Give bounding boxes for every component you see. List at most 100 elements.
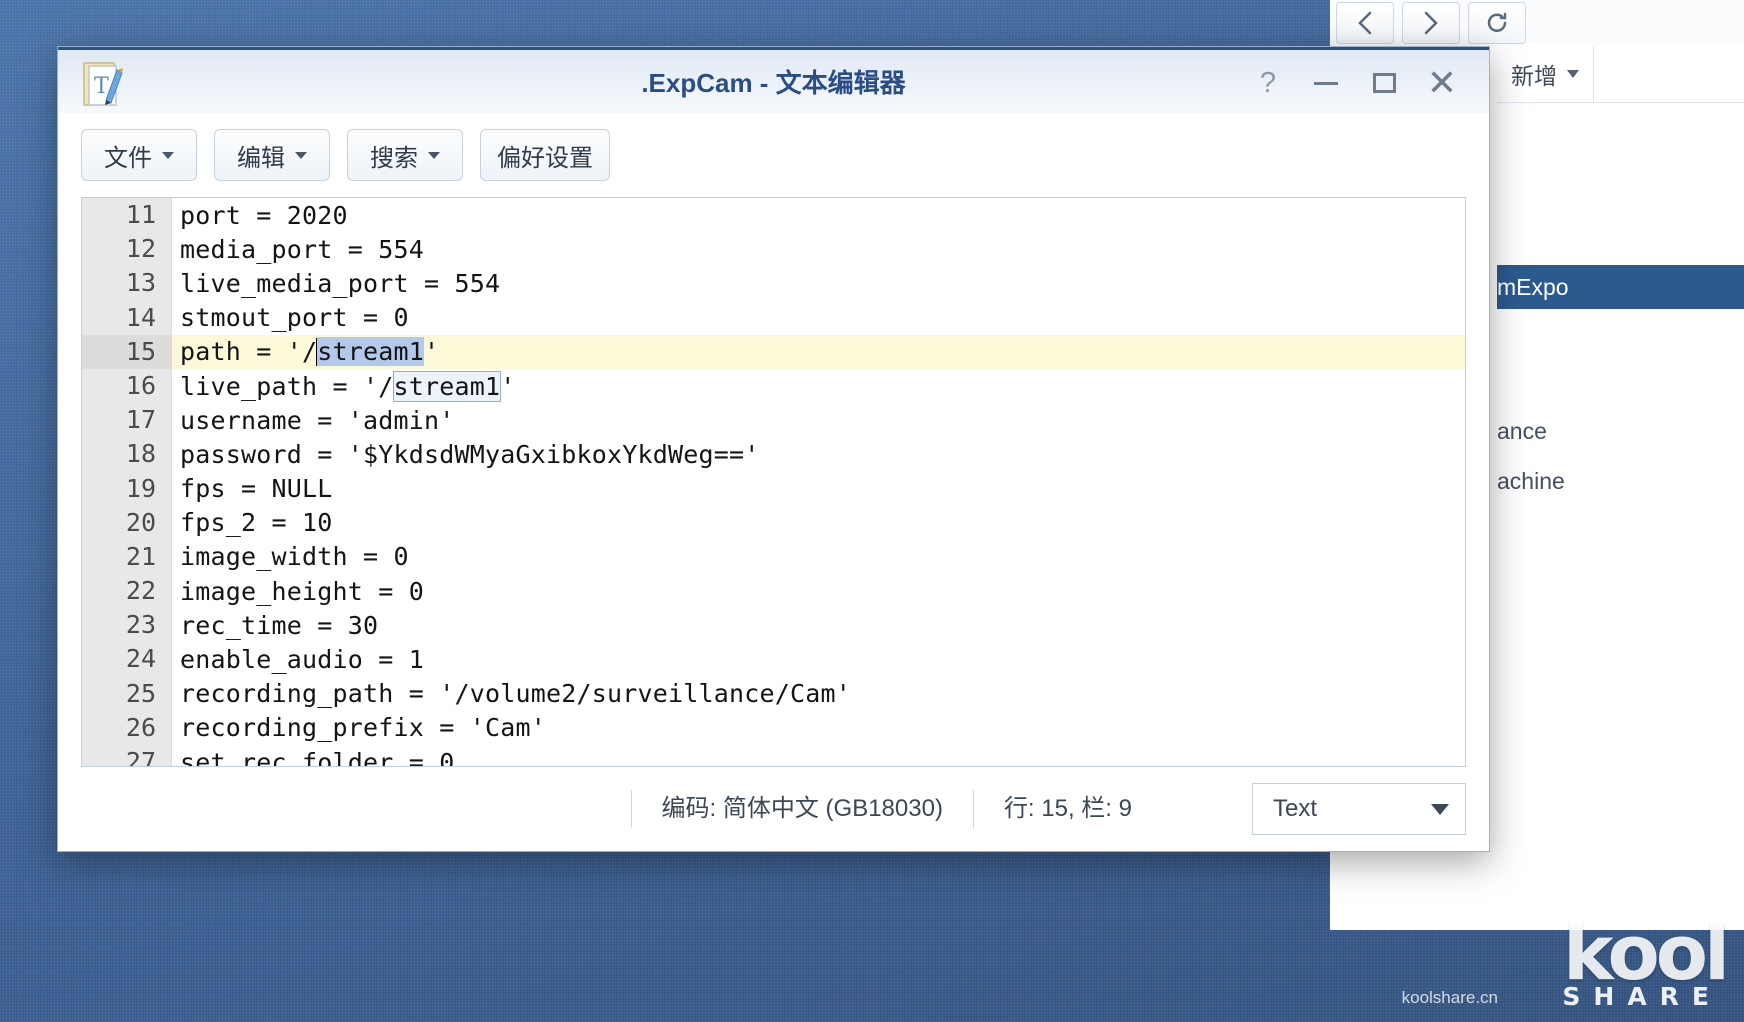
line-text[interactable]: stmout_port = 0 — [172, 303, 409, 332]
window-controls: ? ✕ — [1239, 50, 1471, 116]
code-line[interactable]: 14 stmout_port = 0 — [82, 301, 1465, 335]
line-text[interactable]: fps = NULL — [172, 474, 333, 503]
selected-text: stream1 — [317, 337, 425, 367]
forward-button[interactable] — [1402, 1, 1460, 44]
background-text-machine: achine — [1497, 468, 1565, 494]
filetype-select[interactable]: Text — [1252, 783, 1466, 835]
line-number: 15 — [82, 334, 172, 369]
code-line[interactable]: 13 live_media_port = 554 — [82, 266, 1465, 300]
chevron-down-icon — [428, 151, 440, 159]
line-number: 19 — [125, 473, 156, 503]
line-number: 18 — [125, 439, 156, 469]
editor-statusbar: 编码: 简体中文 (GB18030) 行: 15, 栏: 9 Text — [58, 767, 1489, 851]
code-line[interactable]: 19 fps = NULL — [82, 472, 1465, 506]
code-line[interactable]: 20 fps_2 = 10 — [82, 506, 1465, 540]
code-line[interactable]: 26 recording_prefix = 'Cam' — [82, 711, 1465, 745]
encoding-status[interactable]: 编码: 简体中文 (GB18030) — [630, 790, 973, 828]
code-line[interactable]: 11 port = 2020 — [82, 198, 1465, 232]
line-text[interactable]: fps_2 = 10 — [172, 508, 333, 537]
line-text[interactable]: set_rec_folder = 0 — [172, 748, 455, 766]
watermark-url-text: koolshare.cn — [1401, 988, 1498, 1007]
add-button-label: 新增 — [1511, 63, 1557, 89]
search-match-highlight: stream1 — [392, 370, 502, 402]
menu-button-file[interactable]: 文件 — [81, 129, 197, 181]
code-line[interactable]: 25 recording_path = '/volume2/surveillanc… — [82, 677, 1465, 711]
line-text[interactable]: path = '/stream1' — [172, 337, 439, 367]
line-text[interactable]: enable_audio = 1 — [172, 645, 424, 674]
background-selected-row[interactable]: mExpo — [1497, 265, 1744, 309]
code-line[interactable]: 24 enable_audio = 1 — [82, 642, 1465, 676]
background-divider — [1497, 102, 1744, 103]
line-text[interactable]: image_height = 0 — [172, 577, 424, 606]
code-line[interactable]: 21 image_width = 0 — [82, 540, 1465, 574]
chevron-down-icon — [1431, 803, 1449, 815]
line-number: 12 — [125, 234, 156, 264]
chevron-down-icon — [295, 151, 307, 159]
line-text[interactable]: image_width = 0 — [172, 542, 409, 571]
chevron-down-icon — [162, 151, 174, 159]
line-number: 11 — [125, 200, 156, 229]
minimize-icon — [1314, 81, 1338, 85]
line-text[interactable]: port = 2020 — [172, 201, 348, 230]
close-icon: ✕ — [1426, 62, 1458, 103]
line-number: 17 — [125, 405, 156, 435]
code-line[interactable]: 12 media_port = 554 — [82, 232, 1465, 266]
line-text[interactable]: recording_path = '/volume2/surveillance/… — [172, 679, 851, 708]
line-number: 25 — [125, 678, 156, 708]
text-editor-window: T .ExpCam - 文本编辑器 ? ✕ 文件 编辑 搜索 偏好设置 11 p… — [57, 46, 1490, 852]
svg-text:T: T — [94, 74, 109, 99]
watermark-share-text: SHARE — [1562, 982, 1722, 1011]
forward-arrow-icon — [1420, 10, 1442, 36]
menu-button-search-label: 搜索 — [370, 144, 418, 172]
background-selected-row-label: mExpo — [1497, 273, 1569, 300]
line-text[interactable]: username = 'admin' — [172, 406, 455, 435]
menu-button-edit[interactable]: 编辑 — [214, 129, 330, 181]
reload-button[interactable] — [1468, 1, 1526, 44]
line-number: 20 — [125, 507, 156, 537]
code-lines[interactable]: 11 port = 2020 12 media_port = 554 13 live_me… — [82, 198, 1465, 767]
line-number: 27 — [125, 747, 156, 767]
back-button[interactable] — [1336, 1, 1394, 44]
code-line[interactable]: 16 live_path = '/stream1' — [82, 369, 1465, 403]
code-line[interactable]: 17 username = 'admin' — [82, 403, 1465, 437]
cursor-position-status: 行: 15, 栏: 9 — [972, 790, 1162, 828]
chevron-down-icon — [1567, 70, 1579, 78]
line-text[interactable]: password = '$YkdsdWMyaGxibkoxYkdWeg==' — [172, 440, 760, 469]
question-mark-icon: ? — [1259, 66, 1277, 99]
line-number: 26 — [125, 712, 156, 742]
maximize-icon — [1372, 73, 1396, 93]
filetype-select-label: Text — [1273, 795, 1318, 822]
line-text[interactable]: live_media_port = 554 — [172, 269, 500, 298]
menu-button-preferences[interactable]: 偏好设置 — [480, 129, 610, 181]
minimize-button[interactable] — [1297, 50, 1355, 116]
code-line[interactable]: 23 rec_time = 30 — [82, 608, 1465, 642]
background-text-performance: ance — [1497, 418, 1547, 444]
line-text[interactable]: rec_time = 30 — [172, 611, 378, 640]
line-number: 24 — [125, 644, 156, 674]
menu-button-edit-label: 编辑 — [237, 144, 285, 172]
line-text[interactable]: live_path = '/stream1' — [172, 370, 516, 402]
close-button[interactable]: ✕ — [1413, 50, 1471, 116]
menu-button-preferences-label: 偏好设置 — [497, 144, 593, 172]
line-number: 22 — [125, 576, 156, 606]
line-text[interactable]: recording_prefix = 'Cam' — [172, 713, 546, 742]
window-titlebar[interactable]: T .ExpCam - 文本编辑器 ? ✕ — [58, 47, 1489, 113]
help-button[interactable]: ? — [1239, 50, 1297, 116]
menu-button-search[interactable]: 搜索 — [347, 129, 463, 181]
line-number: 21 — [125, 541, 156, 571]
code-line[interactable]: 27 set_rec_folder = 0 — [82, 745, 1465, 767]
line-number: 16 — [125, 370, 156, 400]
code-editor[interactable]: 11 port = 2020 12 media_port = 554 13 live_me… — [81, 197, 1466, 767]
back-arrow-icon — [1354, 10, 1376, 36]
line-number: 14 — [125, 302, 156, 332]
text-editor-icon: T — [81, 60, 125, 108]
reload-icon — [1485, 11, 1509, 35]
background-navbar — [1330, 0, 1744, 45]
add-button[interactable]: 新增 — [1497, 46, 1594, 102]
line-text[interactable]: media_port = 554 — [172, 235, 424, 264]
code-line[interactable]: 18 password = '$YkdsdWMyaGxibkoxYkdWeg==' — [82, 437, 1465, 471]
maximize-button[interactable] — [1355, 50, 1413, 116]
code-line[interactable]: 22 image_height = 0 — [82, 574, 1465, 608]
line-number: 23 — [125, 610, 156, 640]
code-line[interactable]: 15 path = '/stream1' — [82, 334, 1465, 369]
